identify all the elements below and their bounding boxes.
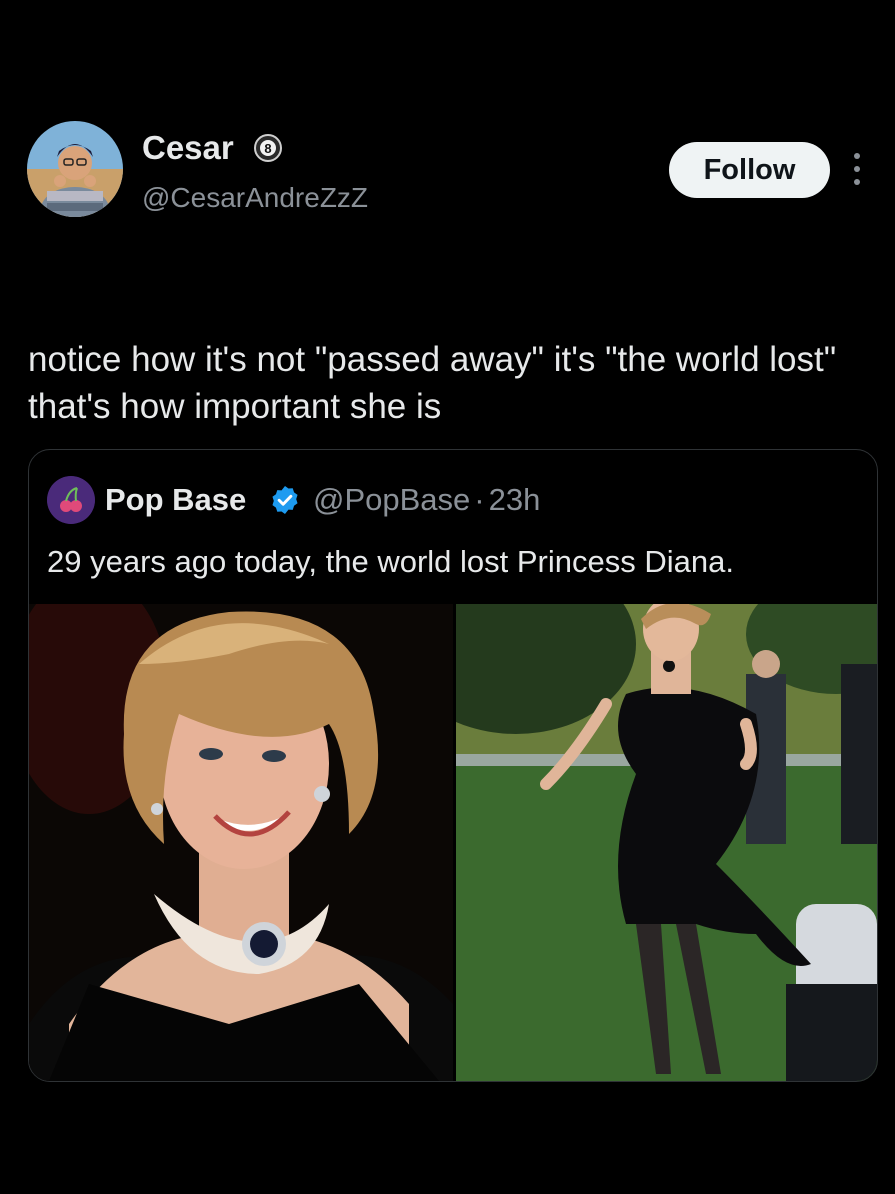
- quoted-author-avatar[interactable]: [47, 476, 95, 524]
- tweet-header: Cesar 8 @CesarAndreZzZ Follow: [0, 0, 895, 330]
- author-handle[interactable]: @CesarAndreZzZ: [142, 180, 368, 216]
- follow-button[interactable]: Follow: [669, 142, 830, 198]
- meta-separator: ·: [474, 482, 485, 517]
- avatar-image: [27, 121, 123, 217]
- author-display-name[interactable]: Cesar: [142, 128, 234, 168]
- quoted-text: 29 years ago today, the world lost Princ…: [47, 544, 734, 579]
- more-vertical-icon[interactable]: [846, 150, 868, 190]
- quoted-tweet[interactable]: Pop Base @PopBase · 23h 29 years ago today…: [28, 449, 878, 1082]
- tweet-text: notice how it's not "passed away" it's "…: [28, 340, 837, 426]
- pop-base-logo: [47, 476, 95, 524]
- author-avatar[interactable]: [27, 121, 123, 217]
- verified-badge-icon: [269, 484, 301, 516]
- quoted-media[interactable]: [29, 604, 877, 1081]
- quoted-display-name[interactable]: Pop Base: [105, 481, 246, 519]
- quoted-meta: @PopBase · 23h: [313, 481, 540, 519]
- photo-black-dress[interactable]: [456, 604, 877, 1081]
- photo-portrait[interactable]: [29, 604, 453, 1081]
- level-badge-number: 8: [264, 141, 271, 156]
- level-badge-icon: 8: [253, 133, 283, 163]
- quoted-time[interactable]: 23h: [489, 482, 541, 517]
- quoted-handle[interactable]: @PopBase: [313, 482, 470, 517]
